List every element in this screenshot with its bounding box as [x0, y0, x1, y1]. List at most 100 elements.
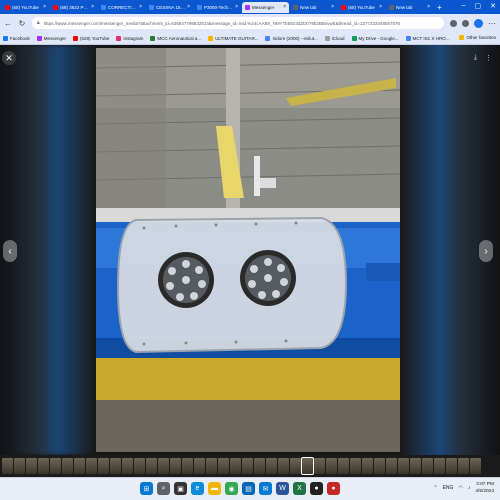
- thumbnail[interactable]: [50, 458, 61, 474]
- other-favorites[interactable]: Other favorites: [459, 35, 496, 40]
- thumbnail[interactable]: [422, 458, 433, 474]
- wifi-icon[interactable]: ◠: [458, 485, 462, 491]
- browser-tab[interactable]: P3000-Tech1_TECHN×: [194, 2, 241, 13]
- thumbnail[interactable]: [170, 458, 181, 474]
- bookmark-item[interactable]: Facebook: [3, 35, 30, 41]
- chevron-up-icon[interactable]: ⌃: [433, 485, 437, 491]
- file-explorer-icon[interactable]: ▬: [208, 482, 221, 495]
- thumbnail[interactable]: [458, 458, 469, 474]
- tab-close-icon[interactable]: ×: [283, 4, 286, 10]
- store-icon[interactable]: ▤: [242, 482, 255, 495]
- url-text[interactable]: https://www.messenger.com/messenger_medi…: [44, 21, 439, 26]
- tab-close-icon[interactable]: ×: [139, 4, 142, 10]
- address-bar[interactable]: 🔒︎ https://www.messenger.com/messenger_m…: [32, 17, 444, 29]
- excel-icon[interactable]: X: [293, 482, 306, 495]
- thumbnail[interactable]: [242, 458, 253, 474]
- bookmark-item[interactable]: ULTIMATE GUITAR...: [208, 35, 258, 41]
- profile-avatar[interactable]: [474, 18, 483, 28]
- bookmark-item[interactable]: (628) YouTube: [73, 35, 109, 41]
- thumbnail[interactable]: [362, 458, 373, 474]
- app-icon-2[interactable]: ●: [327, 482, 340, 495]
- download-icon[interactable]: ⤓: [474, 54, 477, 62]
- thumbnail[interactable]: [398, 458, 409, 474]
- thumbnail[interactable]: [446, 458, 457, 474]
- thumbnail[interactable]: [74, 458, 85, 474]
- thumbnail[interactable]: [158, 458, 169, 474]
- browser-tab[interactable]: CESSNA 152 (PROMO)×: [146, 2, 193, 13]
- thumbnail[interactable]: [2, 458, 13, 474]
- thumbnail[interactable]: [38, 458, 49, 474]
- thumbnail[interactable]: [14, 458, 25, 474]
- bookmark-item[interactable]: Indore (2000) - evilut...: [265, 35, 318, 41]
- tab-close-icon[interactable]: ×: [235, 4, 238, 10]
- thumbnail[interactable]: [122, 458, 133, 474]
- app-icon[interactable]: ●: [310, 482, 323, 495]
- bookmark-item[interactable]: iCloud: [324, 35, 345, 41]
- close-window-button[interactable]: ✕: [490, 2, 496, 10]
- browser-tab[interactable]: Messenger ×: [242, 1, 289, 13]
- bookmark-item[interactable]: MCC Aeronautical a...: [150, 35, 201, 41]
- star-icon[interactable]: [450, 19, 457, 27]
- thumbnail[interactable]: [374, 458, 385, 474]
- thumbnail[interactable]: [146, 458, 157, 474]
- browser-tab[interactable]: New tab ×: [386, 2, 433, 13]
- thumbnail[interactable]: [194, 458, 205, 474]
- reload-icon[interactable]: ↻: [18, 19, 26, 28]
- browser-tab[interactable]: (68) YouTube ×: [2, 2, 49, 13]
- back-icon[interactable]: ←: [4, 19, 12, 28]
- thumbnail[interactable]: [338, 458, 349, 474]
- thumbnail[interactable]: [278, 458, 289, 474]
- thumbnail[interactable]: [410, 458, 421, 474]
- maximize-button[interactable]: ▢: [475, 2, 482, 10]
- thumbnail[interactable]: [266, 458, 277, 474]
- tab-close-icon[interactable]: ×: [427, 4, 430, 10]
- previous-button[interactable]: ‹: [3, 240, 17, 262]
- clock[interactable]: 3:07 PM 4/5/2023: [475, 481, 494, 495]
- language-indicator[interactable]: ENG: [443, 485, 454, 491]
- bookmark-item[interactable]: Messenger: [36, 35, 66, 41]
- thumbnail[interactable]: [206, 458, 217, 474]
- thumbnail[interactable]: [182, 458, 193, 474]
- browser-tab[interactable]: New tab ×: [290, 2, 337, 13]
- tab-close-icon[interactable]: ×: [331, 4, 334, 10]
- new-tab-button[interactable]: +: [437, 3, 442, 12]
- next-button[interactable]: ›: [479, 240, 493, 262]
- bookmark-item[interactable]: My Drive - Google...: [351, 35, 399, 41]
- tab-close-icon[interactable]: ×: [187, 4, 190, 10]
- thumbnail[interactable]: [62, 458, 73, 474]
- bookmark-item[interactable]: MCT IS1 X HRO...: [405, 35, 449, 41]
- thumbnail[interactable]: [434, 458, 445, 474]
- bookmark-item[interactable]: Instagram: [116, 35, 143, 41]
- menu-icon[interactable]: ⋯: [488, 19, 496, 28]
- thumbnail[interactable]: [110, 458, 121, 474]
- word-icon[interactable]: W: [276, 482, 289, 495]
- thumbnail[interactable]: [230, 458, 241, 474]
- browser-tab[interactable]: (68) 3622 PINABELLO×: [50, 2, 97, 13]
- thumbnail[interactable]: [134, 458, 145, 474]
- thumbnail[interactable]: [350, 458, 361, 474]
- search-icon[interactable]: ⌕: [157, 482, 170, 495]
- minimize-button[interactable]: –: [462, 2, 466, 10]
- tab-close-icon[interactable]: ×: [43, 4, 46, 10]
- browser-tab[interactable]: (68) YouTube ×: [338, 2, 385, 13]
- chrome-icon[interactable]: ◉: [225, 482, 238, 495]
- thumbnail[interactable]: [26, 458, 37, 474]
- thumbnail[interactable]: [86, 458, 97, 474]
- thumbnail[interactable]: [290, 458, 301, 474]
- mail-icon[interactable]: ✉: [259, 482, 272, 495]
- thumbnail[interactable]: [386, 458, 397, 474]
- extensions-icon[interactable]: [462, 19, 469, 27]
- volume-icon[interactable]: ♪: [468, 485, 471, 491]
- close-viewer-button[interactable]: ✕: [2, 51, 16, 65]
- thumbnail[interactable]: [301, 457, 314, 475]
- edge-icon[interactable]: e: [191, 482, 204, 495]
- tab-close-icon[interactable]: ×: [91, 4, 94, 10]
- start-icon[interactable]: ⊞: [140, 482, 153, 495]
- task-view-icon[interactable]: ▣: [174, 482, 187, 495]
- thumbnail[interactable]: [98, 458, 109, 474]
- thumbnail[interactable]: [314, 458, 325, 474]
- thumbnail[interactable]: [254, 458, 265, 474]
- more-options-icon[interactable]: ⋮: [485, 54, 492, 62]
- browser-tab[interactable]: CORRECTIONS - Gen×: [98, 2, 145, 13]
- tab-close-icon[interactable]: ×: [379, 4, 382, 10]
